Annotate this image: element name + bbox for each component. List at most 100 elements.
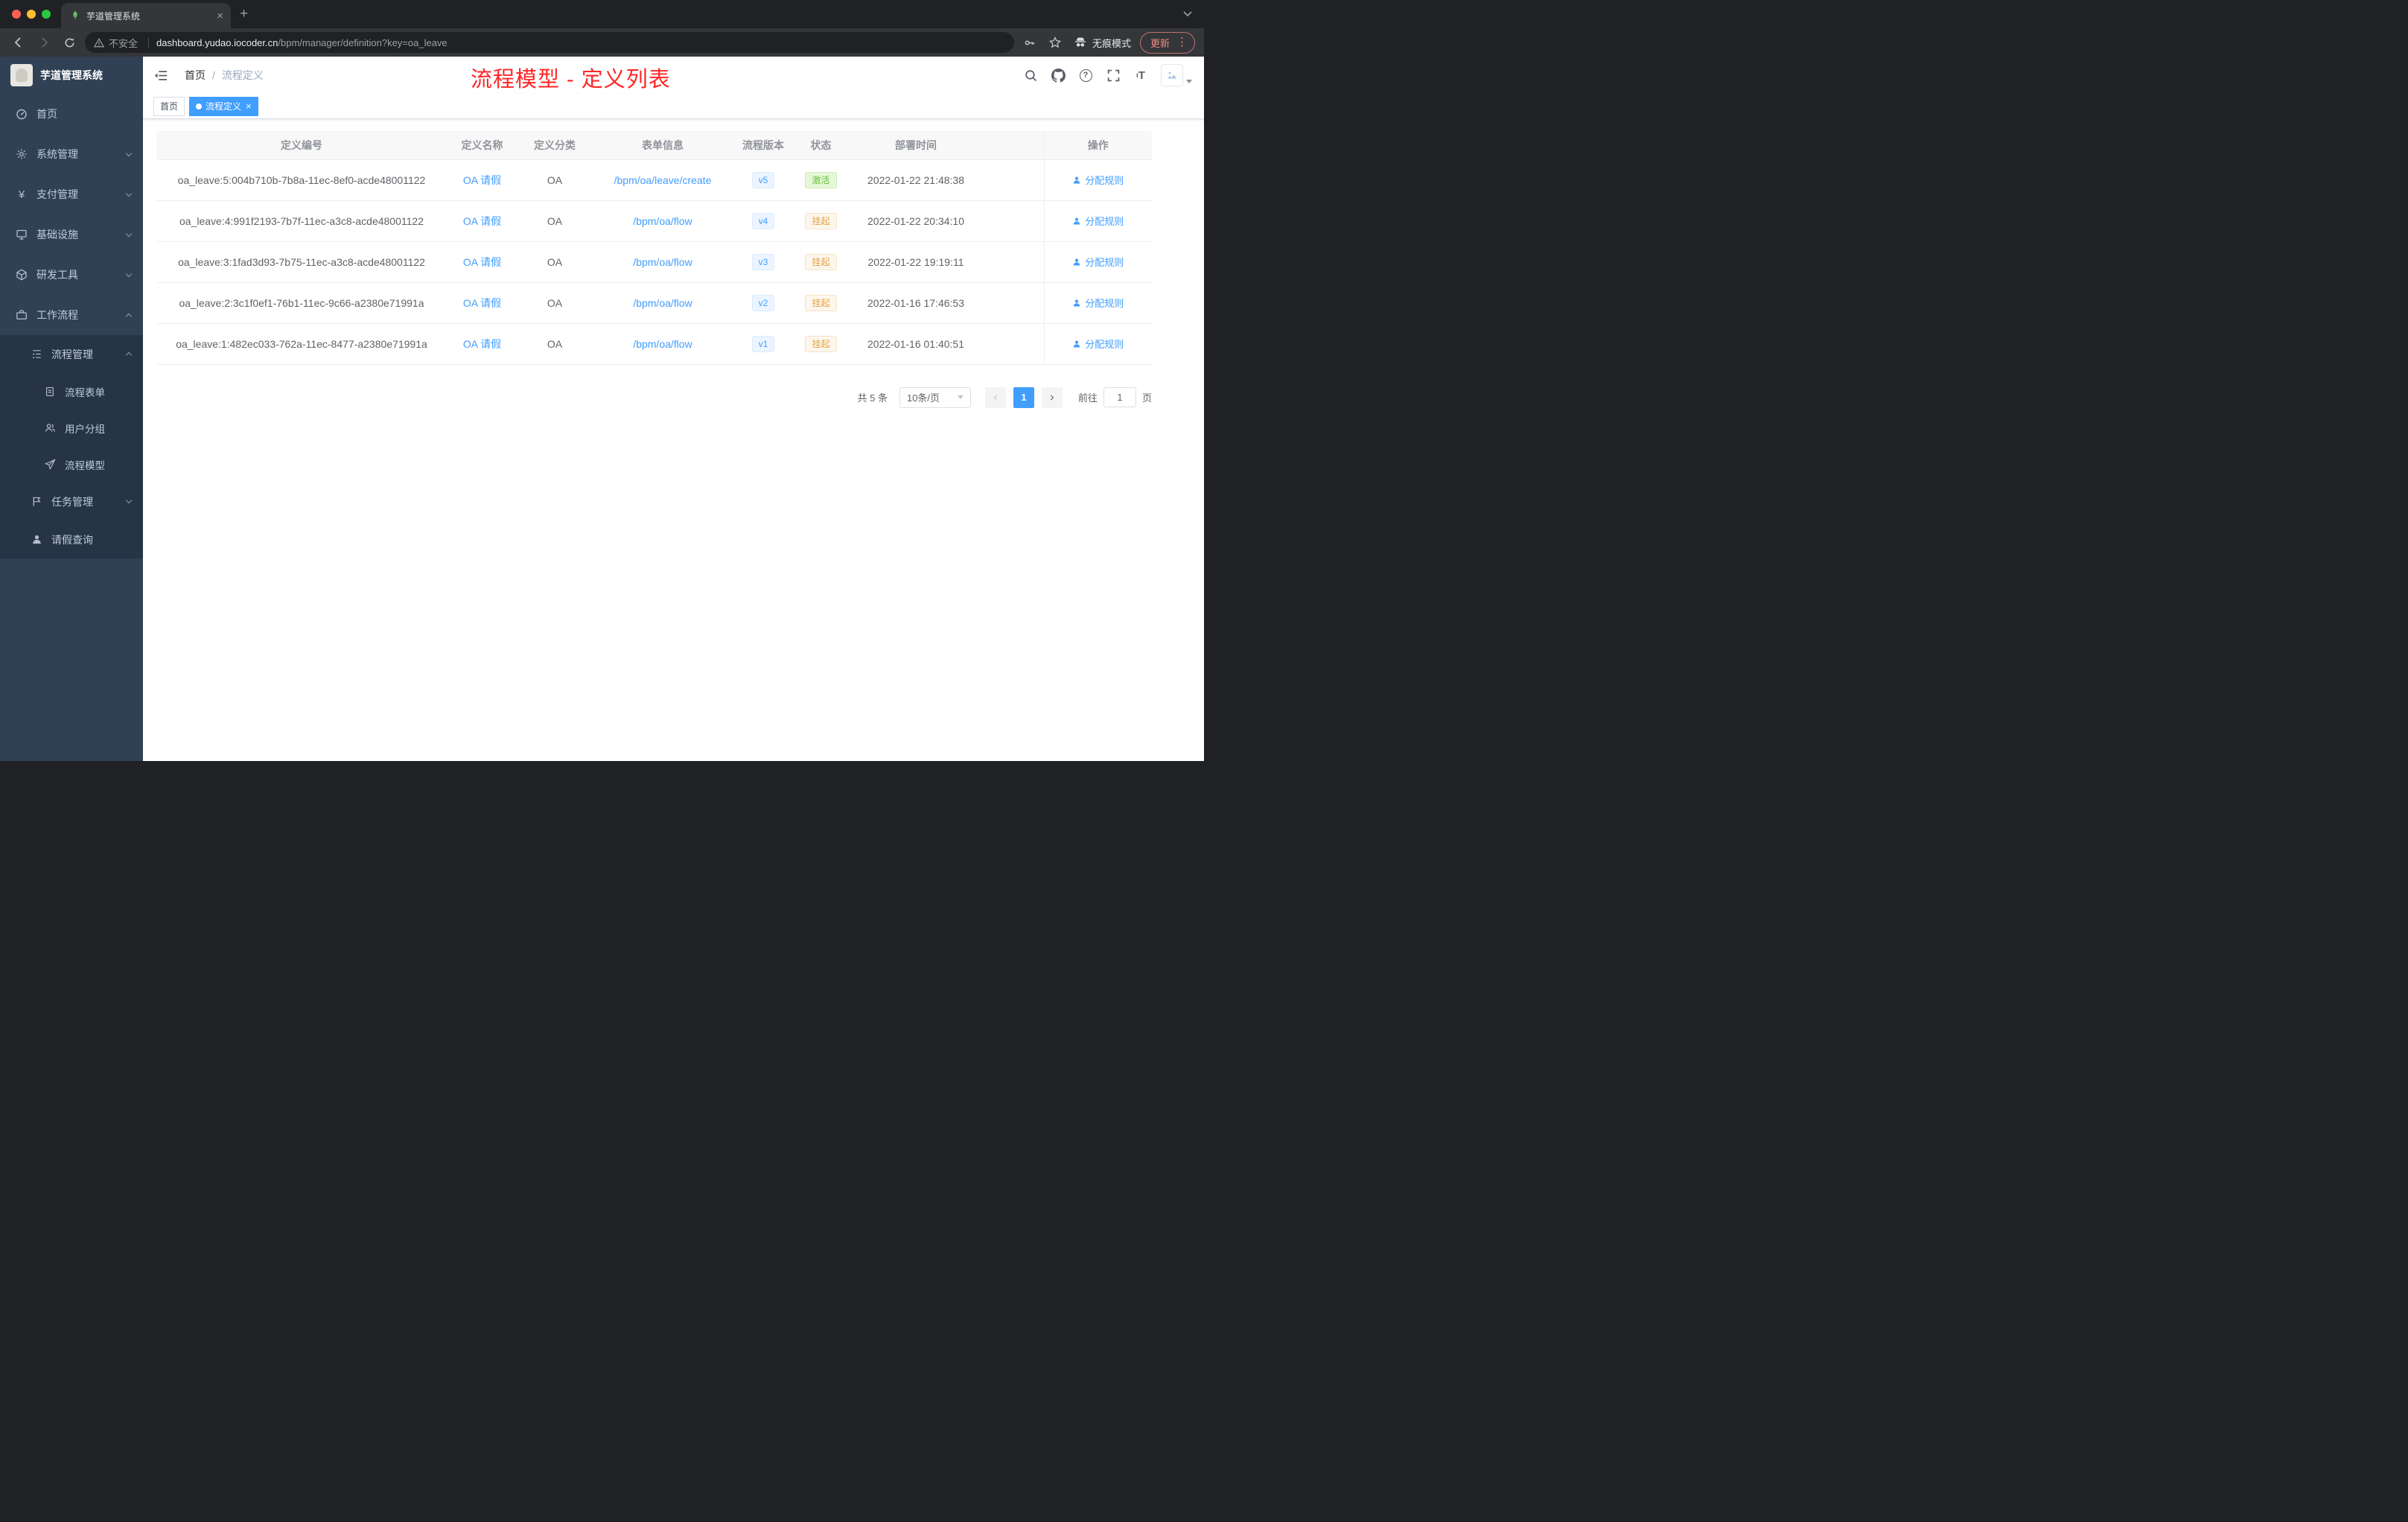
update-label: 更新 <box>1150 37 1170 49</box>
sidebar-item-workflow[interactable]: 工作流程 <box>0 295 143 335</box>
goto-prefix-label: 前往 <box>1077 392 1098 404</box>
new-tab-button[interactable]: + <box>240 6 248 22</box>
tag-home[interactable]: 首页 <box>153 96 185 116</box>
col-definition-name: 定义名称 <box>447 131 517 160</box>
maximize-window-button[interactable] <box>42 10 51 19</box>
assign-rule-link[interactable]: 分配规则 <box>1072 173 1124 187</box>
tag-close-icon[interactable]: × <box>246 101 252 111</box>
monitor-icon <box>15 229 28 241</box>
sidebar-item-process-model[interactable]: 流程模型 <box>0 446 143 483</box>
incognito-badge: 无痕模式 <box>1074 36 1131 50</box>
goto-page-input[interactable] <box>1103 387 1136 407</box>
page-number-1[interactable]: 1 <box>1013 386 1034 408</box>
minimize-window-button[interactable] <box>27 10 36 19</box>
sidebar-item-user-group[interactable]: 用户分组 <box>0 410 143 446</box>
tab-search-chevron-icon[interactable] <box>1183 11 1192 17</box>
definition-name-link[interactable]: OA 请假 <box>463 256 501 268</box>
yen-icon: ¥ <box>18 188 25 201</box>
document-icon <box>43 386 57 397</box>
search-icon[interactable] <box>1023 68 1038 83</box>
flag-icon <box>30 496 43 507</box>
total-count-label: 共 5 条 <box>857 392 888 404</box>
breadcrumb-home[interactable]: 首页 <box>185 68 206 83</box>
form-link[interactable]: /bpm/oa/flow <box>633 215 692 227</box>
browser-menu-icon[interactable]: ⋮ <box>1176 36 1188 48</box>
url-field[interactable]: 不安全 dashboard.yudao.iocoder.cn /bpm/mana… <box>85 32 1014 53</box>
cell-definition-id: oa_leave:5:004b710b-7b8a-11ec-8ef0-acde4… <box>156 159 447 201</box>
sidebar-item-process-form[interactable]: 流程表单 <box>0 373 143 410</box>
cell-definition-id: oa_leave:3:1fad3d93-7b75-11ec-a3c8-acde4… <box>156 241 447 283</box>
incognito-icon <box>1074 37 1086 47</box>
sidebar-item-payment[interactable]: ¥ 支付管理 <box>0 174 143 214</box>
sidebar-item-task-management[interactable]: 任务管理 <box>0 483 143 520</box>
table-row: oa_leave:4:991f2193-7b7f-11ec-a3c8-acde4… <box>156 200 1152 242</box>
form-link[interactable]: /bpm/oa/flow <box>633 297 692 309</box>
cell-category: OA <box>517 159 592 201</box>
form-link[interactable]: /bpm/oa/leave/create <box>614 174 712 186</box>
url-host: dashboard.yudao.iocoder.cn <box>156 36 278 48</box>
pagination: 共 5 条 10条/页 ‹ 1 › 前往 页 <box>156 386 1152 408</box>
sidebar-item-infrastructure[interactable]: 基础设施 <box>0 214 143 255</box>
forward-button[interactable] <box>34 33 54 52</box>
goto-suffix-label: 页 <box>1141 392 1152 404</box>
sidebar-item-home[interactable]: 首页 <box>0 94 143 134</box>
status-badge: 挂起 <box>805 212 837 229</box>
chevron-up-icon <box>125 313 133 319</box>
assign-rule-link[interactable]: 分配规则 <box>1072 214 1124 228</box>
breadcrumb: 首页 / 流程定义 <box>185 68 264 83</box>
sidebar-item-leave-query[interactable]: 请假查询 <box>0 520 143 558</box>
sidebar-toggle-hamburger-icon[interactable] <box>143 57 179 94</box>
definition-name-link[interactable]: OA 请假 <box>463 338 501 350</box>
reload-button[interactable] <box>60 33 79 52</box>
table-row: oa_leave:2:3c1f0ef1-76b1-11ec-9c66-a2380… <box>156 282 1152 324</box>
sidebar-item-process-management[interactable]: 流程管理 <box>0 335 143 373</box>
table-row: oa_leave:1:482ec033-762a-11ec-8477-a2380… <box>156 323 1152 365</box>
assign-rule-link[interactable]: 分配规则 <box>1072 255 1124 269</box>
active-tag-dot <box>196 103 203 109</box>
not-secure-warning-icon <box>94 37 104 48</box>
bookmark-star-icon[interactable] <box>1045 33 1065 52</box>
person-icon <box>30 534 43 545</box>
users-icon <box>43 422 57 433</box>
definition-name-link[interactable]: OA 请假 <box>463 215 501 227</box>
assign-rule-link[interactable]: 分配规则 <box>1072 337 1124 351</box>
next-page-button[interactable]: › <box>1041 386 1063 408</box>
cell-category: OA <box>517 241 592 283</box>
back-button[interactable] <box>9 33 28 52</box>
tab-close-icon[interactable]: × <box>217 10 223 22</box>
form-link[interactable]: /bpm/oa/flow <box>633 338 692 350</box>
gear-icon <box>15 148 28 160</box>
fullscreen-icon[interactable] <box>1106 68 1121 83</box>
user-avatar[interactable] <box>1161 64 1192 86</box>
prev-page-button[interactable]: ‹ <box>984 386 1006 408</box>
github-icon[interactable] <box>1051 68 1066 83</box>
sidebar-item-system[interactable]: 系统管理 <box>0 134 143 174</box>
incognito-label: 无痕模式 <box>1092 37 1131 49</box>
chevron-up-icon <box>125 351 133 359</box>
definition-name-link[interactable]: OA 请假 <box>463 297 501 309</box>
close-window-button[interactable] <box>12 10 21 19</box>
tag-process-definition[interactable]: 流程定义 × <box>189 96 258 116</box>
form-link[interactable]: /bpm/oa/flow <box>633 256 692 268</box>
assign-rule-link[interactable]: 分配规则 <box>1072 296 1124 310</box>
cell-deploy-time: 2022-01-22 19:19:11 <box>849 241 983 283</box>
select-caret-icon <box>957 395 963 399</box>
definition-table: 定义编号 定义名称 定义分类 表单信息 流程版本 状态 部署时间 操作 oa_l… <box>156 131 1152 365</box>
help-icon[interactable]: ? <box>1078 68 1093 83</box>
font-size-icon[interactable]: ıT <box>1133 68 1148 83</box>
security-label: 不安全 <box>109 37 138 49</box>
page-size-select[interactable]: 10条/页 <box>899 386 971 408</box>
status-badge: 激活 <box>805 171 837 188</box>
version-badge: v1 <box>751 335 775 352</box>
sidebar-item-devtools[interactable]: 研发工具 <box>0 255 143 295</box>
cell-deploy-time: 2022-01-22 20:34:10 <box>849 200 983 242</box>
password-key-icon[interactable] <box>1020 33 1039 52</box>
update-button[interactable]: 更新 ⋮ <box>1139 31 1195 54</box>
cell-category: OA <box>517 200 592 242</box>
browser-window: 芋道管理系统 × + 不安全 dashboard.yudao.iocoder.c… <box>0 0 1204 761</box>
browser-tab[interactable]: 芋道管理系统 × <box>61 3 231 28</box>
col-definition-id: 定义编号 <box>156 131 447 160</box>
definition-name-link[interactable]: OA 请假 <box>463 174 501 186</box>
url-divider <box>148 36 150 48</box>
cell-definition-id: oa_leave:1:482ec033-762a-11ec-8477-a2380… <box>156 323 447 365</box>
